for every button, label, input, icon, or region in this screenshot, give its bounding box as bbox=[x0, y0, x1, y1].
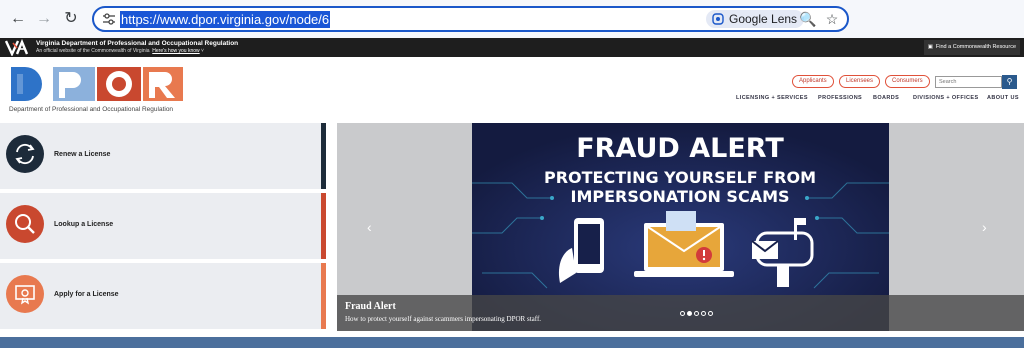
google-lens-button[interactable]: Google Lens bbox=[706, 10, 805, 28]
nav-professions[interactable]: PROFESSIONS bbox=[818, 95, 862, 101]
banner-subheading-2: IMPERSONATION SCAMS bbox=[570, 187, 789, 206]
carousel-dot[interactable] bbox=[694, 311, 699, 316]
forward-arrow-icon[interactable]: → bbox=[34, 9, 54, 29]
renew-license-label: Renew a License bbox=[54, 151, 111, 158]
nav-licensing-services[interactable]: LICENSING + SERVICES bbox=[736, 95, 808, 101]
logo-caption: Department of Professional and Occupatio… bbox=[9, 106, 174, 113]
search-input[interactable] bbox=[935, 76, 1002, 88]
lookup-license-label: Lookup a License bbox=[54, 221, 114, 228]
carousel-dots bbox=[680, 311, 713, 316]
applicants-button[interactable]: Applicants bbox=[792, 75, 834, 88]
building-icon: ▣ bbox=[927, 44, 933, 50]
lookup-license-card[interactable]: Lookup a License bbox=[0, 193, 326, 259]
nav-about-us[interactable]: ABOUT US bbox=[987, 95, 1019, 101]
virginia-logo[interactable] bbox=[5, 39, 31, 56]
renew-icon bbox=[6, 135, 44, 173]
certificate-icon bbox=[6, 275, 44, 313]
back-arrow-icon[interactable]: ← bbox=[8, 9, 28, 29]
banner-subheading-1: PROTECTING YOURSELF FROM bbox=[544, 168, 816, 187]
google-lens-label: Google Lens bbox=[729, 12, 798, 26]
browser-toolbar: ← → ↻ https://www.dpor.virginia.gov/node… bbox=[0, 0, 1024, 38]
how-you-know-link[interactable]: Here's how you know bbox=[152, 48, 199, 54]
banner-heading: FRAUD ALERT bbox=[576, 133, 784, 164]
fraud-alert-carousel[interactable]: FRAUD ALERT PROTECTING YOURSELF FROM IMP… bbox=[337, 123, 1024, 331]
apply-license-label: Apply for a License bbox=[54, 291, 119, 298]
apply-license-card[interactable]: Apply for a License bbox=[0, 263, 326, 329]
government-banner: Virginia Department of Professional and … bbox=[0, 38, 1024, 57]
caption-title: Fraud Alert bbox=[345, 301, 396, 312]
lens-icon bbox=[712, 13, 724, 25]
nav-boards[interactable]: BOARDS bbox=[873, 95, 899, 101]
licensees-button[interactable]: Licensees bbox=[839, 75, 881, 88]
footer-strip bbox=[0, 337, 1024, 348]
bookmark-star-icon[interactable]: ☆ bbox=[824, 11, 840, 27]
find-resource-button[interactable]: ▣ Find a Commonwealth Resource bbox=[923, 40, 1020, 55]
consumers-button[interactable]: Consumers bbox=[885, 75, 930, 88]
carousel-dot-active[interactable] bbox=[687, 311, 692, 316]
find-resource-label: Find a Commonwealth Resource bbox=[935, 44, 1016, 50]
official-text: An official website of the Commonwealth … bbox=[36, 48, 150, 54]
caption-text: How to protect yourself against scammers… bbox=[345, 315, 542, 323]
site-settings-icon[interactable] bbox=[102, 12, 116, 26]
agency-title: Virginia Department of Professional and … bbox=[36, 40, 239, 47]
official-website-note: An official website of the Commonwealth … bbox=[36, 48, 204, 54]
carousel-dot[interactable] bbox=[708, 311, 713, 316]
renew-license-card[interactable]: Renew a License bbox=[0, 123, 326, 189]
quick-links: Renew a License Lookup a License Apply f… bbox=[0, 123, 326, 331]
zoom-icon[interactable]: 🔍 bbox=[799, 11, 816, 27]
carousel-dot[interactable] bbox=[701, 311, 706, 316]
url-text[interactable]: https://www.dpor.virginia.gov/node/6 bbox=[120, 11, 331, 28]
chevron-right-icon[interactable]: › bbox=[982, 219, 987, 235]
search-icon[interactable]: ⚲ bbox=[1002, 75, 1017, 89]
chevron-left-icon[interactable]: ‹ bbox=[367, 219, 372, 235]
address-bar[interactable]: https://www.dpor.virginia.gov/node/6 Goo… bbox=[92, 6, 849, 32]
nav-divisions-offices[interactable]: DIVISIONS + OFFICES bbox=[913, 95, 979, 101]
chevron-down-icon[interactable]: ˅ bbox=[201, 48, 204, 54]
carousel-dot[interactable] bbox=[680, 311, 685, 316]
reload-icon[interactable]: ↻ bbox=[61, 9, 81, 29]
magnifier-icon bbox=[6, 205, 44, 243]
